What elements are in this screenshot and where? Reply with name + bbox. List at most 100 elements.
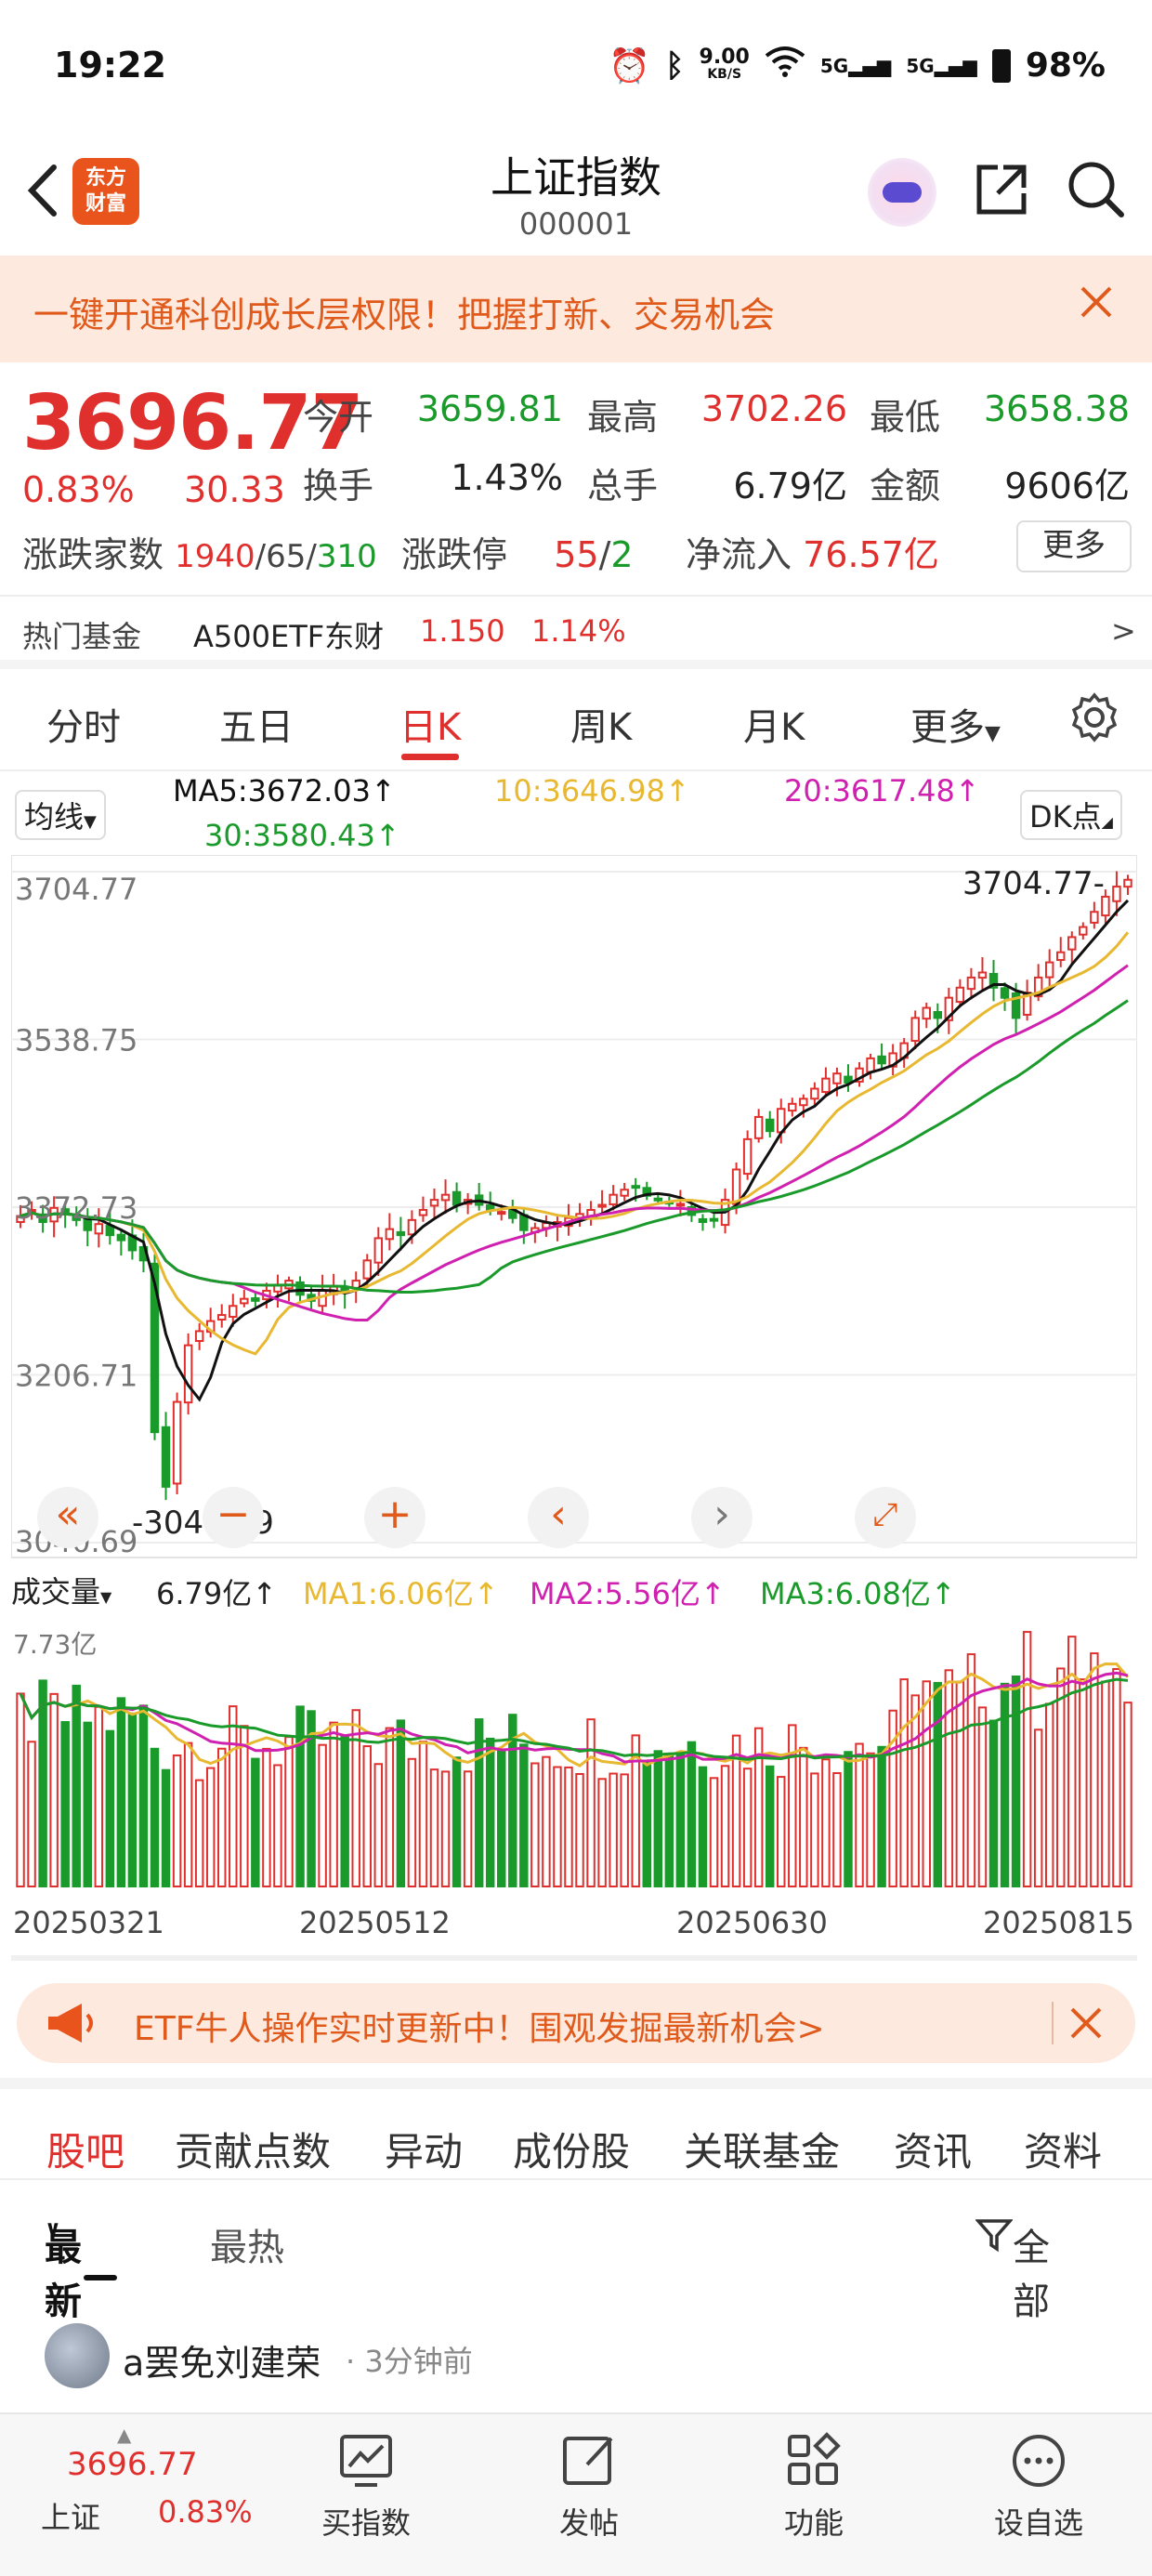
more-button[interactable]: 更多 — [1016, 520, 1132, 572]
volume-bar — [295, 1705, 305, 1887]
zoom-out-button[interactable]: − — [203, 1487, 264, 1548]
scroll-left-button[interactable]: ‹ — [528, 1487, 589, 1548]
candle-body — [609, 1193, 618, 1205]
tab-constituents[interactable]: 成份股 — [513, 2121, 630, 2177]
ma30-line — [20, 999, 1129, 1294]
ma30-value: 30:3580.43↑ — [204, 818, 400, 853]
post-username[interactable]: a罢免刘建荣 — [123, 2334, 321, 2385]
tab-movement[interactable]: 异动 — [385, 2121, 463, 2177]
tab-weekly-k[interactable]: 周K — [570, 697, 632, 751]
candle-body — [955, 986, 965, 1004]
candle-body — [821, 1077, 831, 1094]
y-tick-label: 3206.71 — [15, 1359, 137, 1394]
volume-bar — [452, 1756, 462, 1887]
tab-guba[interactable]: 股吧 — [46, 2121, 124, 2177]
candle-body — [429, 1199, 439, 1207]
volume-bar — [485, 1737, 495, 1887]
volume-bar — [653, 1750, 663, 1887]
volume-bar — [1123, 1702, 1132, 1887]
candle-body — [116, 1233, 126, 1242]
volume-bar — [161, 1768, 171, 1887]
bottom-name: 上证 — [41, 2500, 101, 2535]
caret-down-icon: ▼ — [985, 722, 1001, 745]
tab-five-day[interactable]: 五日 — [219, 697, 294, 751]
post-time: · 3分钟前 — [346, 2344, 473, 2379]
filter-icon — [975, 2219, 1014, 2253]
caret-up-icon: ▲ — [117, 2424, 132, 2446]
gear-icon — [1071, 692, 1118, 743]
search-button[interactable] — [1065, 158, 1126, 223]
close-icon[interactable] — [1068, 2005, 1104, 2044]
volume-bar — [105, 1729, 115, 1887]
sort-hottest[interactable]: 最热 — [210, 2217, 284, 2271]
candle-body — [407, 1218, 417, 1236]
filter-button[interactable]: 全部 — [975, 2217, 1050, 2323]
settings-button[interactable] — [1068, 691, 1120, 747]
volume-bar — [251, 1757, 260, 1887]
alarm-icon: ⏰ — [609, 46, 651, 85]
tab-news[interactable]: 资讯 — [894, 2121, 972, 2177]
volume-bar — [1101, 1680, 1110, 1887]
ma20-value: 20:3617.48↑ — [784, 773, 980, 808]
volume-chart[interactable] — [11, 1617, 1137, 1896]
tab-more[interactable]: 更多▼ — [910, 697, 1001, 751]
volume-selector[interactable]: 成交量▼ — [11, 1569, 111, 1611]
tab-monthly-k[interactable]: 月K — [743, 697, 805, 751]
active-sort-indicator — [84, 2275, 117, 2280]
volume-bar — [329, 1721, 338, 1887]
post-button[interactable]: 发帖 — [496, 2414, 682, 2543]
tab-profile[interactable]: 资料 — [1024, 2121, 1102, 2177]
hot-fund-row[interactable]: 热门基金 A500ETF东财 1.150 1.14% > — [0, 595, 1152, 669]
candle-body — [362, 1259, 372, 1280]
dk-point-button[interactable]: DK点◢ — [1020, 790, 1122, 840]
volume-bar — [955, 1680, 965, 1887]
volume-bar — [687, 1741, 697, 1887]
breadth-row: 涨跌家数 1940/65/310 — [22, 534, 377, 575]
zoom-in-button[interactable]: + — [364, 1487, 425, 1548]
open-label: 今开 — [303, 397, 374, 438]
status-time: 19:22 — [54, 45, 166, 85]
candle-body — [799, 1097, 808, 1107]
candle-body — [742, 1137, 753, 1176]
tab-intraday[interactable]: 分时 — [46, 697, 121, 751]
open-value: 3659.81 — [416, 388, 563, 429]
functions-button[interactable]: 功能 — [721, 2414, 907, 2543]
close-icon[interactable] — [1078, 283, 1115, 324]
candle-body — [877, 1055, 886, 1065]
volume-bar — [127, 1712, 137, 1887]
volume-bar — [72, 1684, 81, 1887]
tab-daily-k[interactable]: 日K — [399, 697, 461, 751]
candle-body — [675, 1203, 686, 1207]
scroll-left-fast-button[interactable]: « — [37, 1487, 98, 1548]
volume-bar — [899, 1678, 909, 1887]
promo-banner[interactable]: 一键开通科创成长层权限！把握打新、交易机会 — [0, 256, 1152, 362]
volume-bar — [855, 1742, 864, 1887]
ma-selector[interactable]: 均线▼ — [15, 790, 106, 840]
volume-bar — [530, 1762, 540, 1887]
add-watchlist-button[interactable]: 设自选 — [946, 2414, 1132, 2543]
volume-bar — [788, 1724, 797, 1887]
volume-bar — [810, 1772, 819, 1887]
tab-related-funds[interactable]: 关联基金 — [684, 2121, 840, 2177]
etf-banner[interactable]: ETF牛人操作实时更新中！围观发掘最新机会> — [17, 1983, 1135, 2063]
volume-bar — [664, 1755, 674, 1887]
scroll-right-button[interactable]: › — [691, 1487, 753, 1548]
volume-bar — [542, 1755, 551, 1887]
candle-body — [631, 1185, 640, 1189]
assistant-avatar-icon[interactable] — [868, 158, 936, 227]
vol-ma3: MA3:6.08亿↑ — [760, 1576, 956, 1611]
expand-icon[interactable]: ⤢ — [855, 1487, 916, 1548]
share-button[interactable] — [972, 160, 1031, 223]
tab-contribution[interactable]: 贡献点数 — [175, 2121, 331, 2177]
buy-index-button[interactable]: 买指数 — [273, 2414, 459, 2543]
volume-bar — [49, 1692, 59, 1887]
kline-chart[interactable]: 3704.773538.753372.733206.713040.693704.… — [11, 855, 1137, 1561]
candle-body — [709, 1217, 719, 1222]
candle-body — [373, 1237, 384, 1264]
high-value: 3702.26 — [700, 388, 847, 429]
candle-body — [1123, 878, 1132, 888]
megaphone-icon — [45, 2000, 100, 2050]
avatar[interactable] — [45, 2323, 110, 2388]
candle-body — [1090, 911, 1099, 924]
volume-bar — [966, 1653, 976, 1887]
